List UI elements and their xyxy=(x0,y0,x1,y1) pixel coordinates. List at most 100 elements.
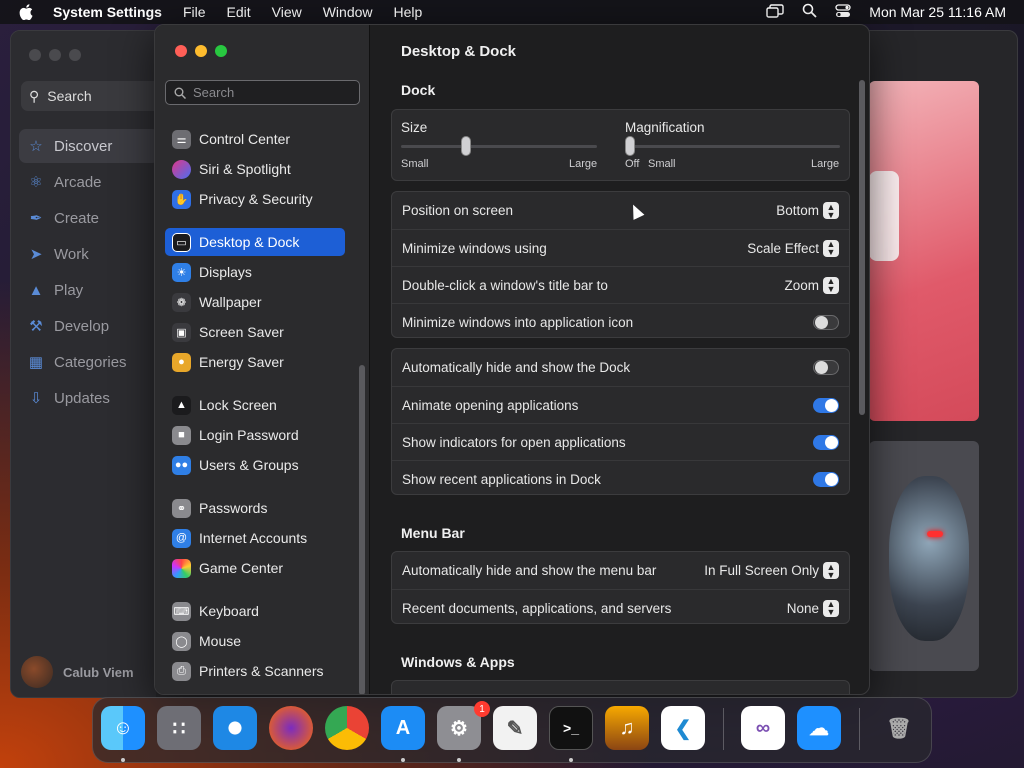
game-center-icon xyxy=(172,558,191,578)
textedit-icon[interactable]: ✎ xyxy=(493,706,537,750)
garageband-icon[interactable]: ♫ xyxy=(605,706,649,750)
minimize-button[interactable] xyxy=(195,45,207,57)
close-button[interactable] xyxy=(175,45,187,57)
settings-search-input[interactable]: Search xyxy=(165,80,360,105)
key-icon: ⚭ xyxy=(172,498,191,518)
minimize-effect-select[interactable]: Scale Effect ▲ ▼ xyxy=(747,239,839,257)
sidebar-item-desktop-dock[interactable]: ▭ Desktop & Dock xyxy=(165,228,345,256)
magnification-slider[interactable] xyxy=(625,145,840,148)
menu-file[interactable]: File xyxy=(183,4,206,20)
sidebar-item-internet-accounts[interactable]: @ Internet Accounts xyxy=(165,524,345,552)
minimize-into-icon-toggle[interactable] xyxy=(813,314,839,330)
zoom-button[interactable] xyxy=(215,45,227,57)
safari-icon[interactable] xyxy=(213,706,257,750)
trash-icon[interactable]: 🗑 xyxy=(877,706,921,750)
search-icon xyxy=(174,87,186,99)
as-item-work[interactable]: ➤ Work xyxy=(19,237,159,271)
app-store-search[interactable]: ⚲ Search xyxy=(21,81,161,111)
printer-icon: ⎙ xyxy=(172,661,191,681)
as-item-categories[interactable]: ▦ Categories xyxy=(19,345,159,379)
apple-icon[interactable] xyxy=(19,4,35,20)
menu-help[interactable]: Help xyxy=(394,4,423,20)
dock-sliders-group: Size Small Large Magnification Off Small… xyxy=(391,109,850,181)
dock-separator xyxy=(859,708,860,750)
menubar-clock[interactable]: Mon Mar 25 11:16 AM xyxy=(869,4,1006,20)
size-label: Size xyxy=(401,120,428,135)
control-center-icon[interactable] xyxy=(835,3,851,21)
featured-artwork-detail xyxy=(869,171,899,261)
screen-mirroring-icon[interactable] xyxy=(766,3,784,21)
autohide-dock-toggle[interactable] xyxy=(813,360,839,375)
window-minimize-button[interactable] xyxy=(49,49,61,61)
section-title-windows-apps: Windows & Apps xyxy=(401,654,515,670)
window-zoom-button[interactable] xyxy=(69,49,81,61)
app-name[interactable]: System Settings xyxy=(53,4,162,20)
sidebar-scrollbar[interactable] xyxy=(359,365,365,694)
joystick-icon: ⚛ xyxy=(29,174,43,191)
sidebar-item-login-password[interactable]: ■ Login Password xyxy=(165,421,345,449)
row-autohide-dock: Automatically hide and show the Dock xyxy=(392,349,849,386)
sun-icon: ☀ xyxy=(172,262,191,282)
firefox-icon[interactable] xyxy=(269,706,313,750)
magnification-min-label: Small xyxy=(648,158,676,170)
sidebar-item-displays[interactable]: ☀ Displays xyxy=(165,258,345,286)
sidebar-item-passwords[interactable]: ⚭ Passwords xyxy=(165,494,345,522)
as-item-play[interactable]: ▲ Play xyxy=(19,273,159,307)
sidebar-item-siri[interactable]: Siri & Spotlight xyxy=(165,155,345,183)
control-center-icon: ⚌ xyxy=(172,129,191,149)
animate-opening-toggle[interactable] xyxy=(813,397,839,413)
sidebar-item-screen-saver[interactable]: ▣ Screen Saver xyxy=(165,318,345,346)
sidebar-item-wallpaper[interactable]: ❁ Wallpaper xyxy=(165,288,345,316)
windows-apps-group xyxy=(391,680,850,694)
show-indicators-toggle[interactable] xyxy=(813,434,839,450)
content-scrollbar[interactable] xyxy=(859,80,865,415)
system-settings-window: Search ⚌ Control Center Siri & Spotlight … xyxy=(154,24,870,695)
show-recent-apps-toggle[interactable] xyxy=(813,471,839,487)
sidebar-item-energy[interactable]: ● Energy Saver xyxy=(165,348,345,376)
running-indicator xyxy=(401,758,405,762)
sidebar-item-users[interactable]: ●● Users & Groups xyxy=(165,451,345,479)
menu-edit[interactable]: Edit xyxy=(227,4,251,20)
download-icon: ⇩ xyxy=(29,390,43,407)
as-item-develop[interactable]: ⚒ Develop xyxy=(19,309,159,343)
magnification-slider-knob[interactable] xyxy=(625,136,635,156)
spotlight-search-icon[interactable] xyxy=(802,3,817,21)
dock: ☺ ∷ A ⚙ ✎ >_ ♫ ❮ ∞ ☁ 🗑 xyxy=(92,697,932,763)
chrome-icon[interactable] xyxy=(325,706,369,750)
position-select[interactable]: Bottom ▲ ▼ xyxy=(776,202,839,219)
magnification-off-label: Off xyxy=(625,158,640,170)
search-icon: ⚲ xyxy=(29,87,40,104)
account-button[interactable]: Calub Viem xyxy=(21,656,134,688)
app-store-icon[interactable]: A xyxy=(381,706,425,750)
magnification-max-label: Large xyxy=(811,158,840,170)
menu-window[interactable]: Window xyxy=(323,4,373,20)
notification-badge: 1 xyxy=(474,701,490,717)
size-slider[interactable] xyxy=(401,145,597,148)
window-close-button[interactable] xyxy=(29,49,41,61)
sidebar-item-mouse[interactable]: ◯ Mouse xyxy=(165,627,345,655)
as-item-updates[interactable]: ⇩ Updates xyxy=(19,381,159,415)
robot-eyes xyxy=(927,531,943,537)
size-max-label: Large xyxy=(569,158,598,170)
as-item-create[interactable]: ✒ Create xyxy=(19,201,159,235)
sidebar-item-lock-screen[interactable]: ▲ Lock Screen xyxy=(165,391,345,419)
as-item-discover[interactable]: ☆ Discover xyxy=(19,129,159,163)
weather-icon[interactable]: ☁ xyxy=(797,706,841,750)
sidebar-item-printers[interactable]: ⎙ Printers & Scanners xyxy=(165,657,345,685)
launchpad-icon[interactable]: ∷ xyxy=(157,706,201,750)
double-click-select[interactable]: Zoom ▲ ▼ xyxy=(784,276,839,294)
visual-studio-icon[interactable]: ∞ xyxy=(741,706,785,750)
autohide-menubar-select[interactable]: In Full Screen Only ▲ ▼ xyxy=(704,562,839,579)
menu-view[interactable]: View xyxy=(272,4,302,20)
vscode-icon[interactable]: ❮ xyxy=(661,706,705,750)
finder-icon[interactable]: ☺ xyxy=(101,706,145,750)
as-item-arcade[interactable]: ⚛ Arcade xyxy=(19,165,159,199)
sidebar-item-control-center[interactable]: ⚌ Control Center xyxy=(165,125,345,153)
sidebar-item-keyboard[interactable]: ⌨ Keyboard xyxy=(165,597,345,625)
recent-documents-select[interactable]: None ▲ ▼ xyxy=(787,599,839,617)
size-slider-knob[interactable] xyxy=(460,136,471,156)
rocket-icon: ▲ xyxy=(28,281,44,299)
terminal-icon[interactable]: >_ xyxy=(549,706,593,750)
sidebar-item-game-center[interactable]: Game Center xyxy=(165,554,345,582)
sidebar-item-privacy[interactable]: ✋ Privacy & Security xyxy=(165,185,345,213)
